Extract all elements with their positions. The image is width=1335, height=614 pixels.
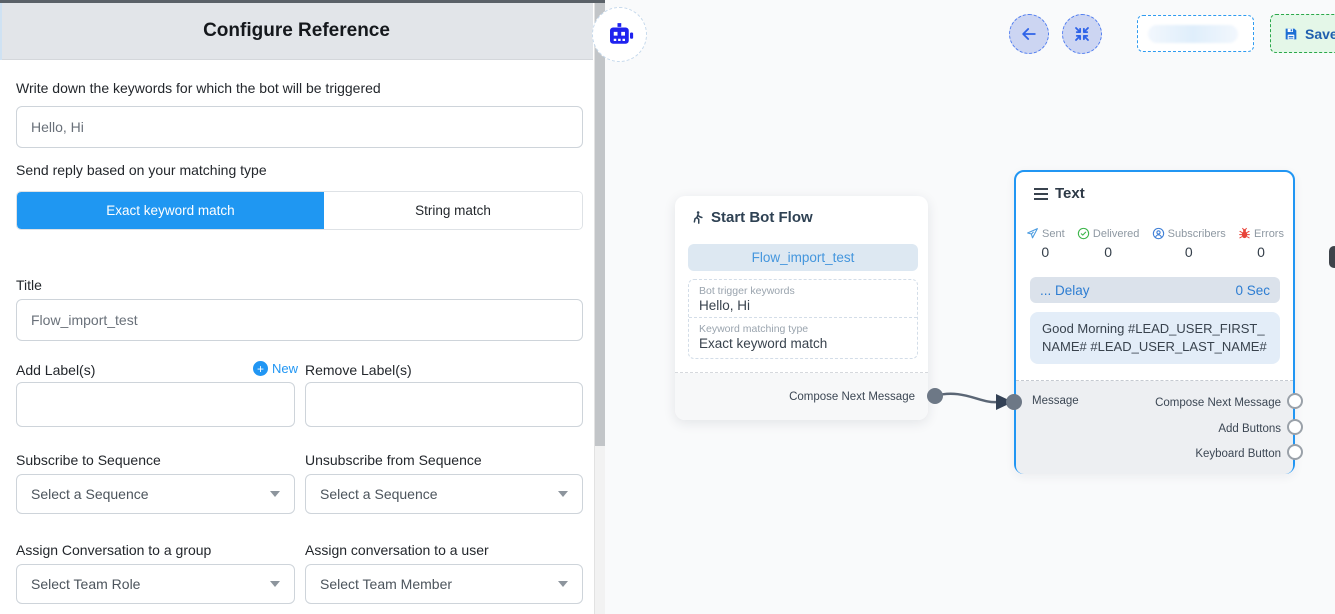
- delay-value: 0 Sec: [1235, 283, 1270, 298]
- tab-exact-keyword-match[interactable]: Exact keyword match: [17, 192, 324, 229]
- trigger-config-box: Bot trigger keywords Hello, Hi Keyword m…: [688, 279, 918, 359]
- add-buttons-handle[interactable]: [1287, 419, 1303, 435]
- page-title: Configure Reference: [203, 20, 390, 42]
- right-scrollbar-thumb[interactable]: [1329, 246, 1335, 268]
- compress-icon: [1073, 25, 1091, 43]
- add-labels-label: Add Label(s): [16, 362, 95, 378]
- back-button[interactable]: [1009, 14, 1049, 54]
- subscribe-sequence-select[interactable]: Select a Sequence: [16, 474, 295, 514]
- start-node-header: Start Bot Flow: [690, 209, 813, 226]
- start-output-handle[interactable]: [927, 388, 943, 404]
- bot-flow-builder: Configure Reference Write down the keywo…: [0, 0, 1335, 614]
- assign-group-value: Select Team Role: [31, 576, 140, 592]
- save-icon: [1283, 26, 1299, 42]
- blurred-text: [1148, 25, 1238, 43]
- add-buttons-port-label: Add Buttons: [1218, 423, 1281, 435]
- fit-view-button[interactable]: [1062, 14, 1102, 54]
- compose-next-message-port-label: Compose Next Message: [1155, 397, 1281, 409]
- subscribers-icon: [1152, 227, 1165, 240]
- subscribe-sequence-value: Select a Sequence: [31, 486, 149, 502]
- save-button[interactable]: Save: [1270, 14, 1335, 53]
- unsubscribe-sequence-label: Unsubscribe from Sequence: [305, 452, 482, 468]
- add-labels-input[interactable]: [16, 382, 295, 427]
- errors-icon: [1238, 227, 1251, 240]
- start-node-title: Start Bot Flow: [711, 209, 813, 226]
- compose-next-message-handle[interactable]: [1287, 393, 1303, 409]
- walking-person-icon: [690, 209, 705, 226]
- bot-avatar[interactable]: [592, 7, 647, 62]
- text-node-header[interactable]: Text: [1034, 185, 1085, 202]
- chevron-down-icon: [558, 491, 568, 497]
- remove-labels-label: Remove Label(s): [305, 362, 412, 378]
- plus-icon: +: [253, 361, 268, 376]
- stat-delivered: Delivered 0: [1077, 227, 1139, 260]
- stat-subscribers: Subscribers 0: [1152, 227, 1226, 260]
- left-edge-accent: [0, 3, 2, 60]
- text-node-title: Text: [1055, 185, 1085, 202]
- start-node-footer: Compose Next Message: [675, 373, 928, 420]
- text-message-node[interactable]: Text Sent 0 Delivered 0: [1014, 170, 1295, 474]
- assign-group-select[interactable]: Select Team Role: [16, 564, 295, 604]
- matching-type-mini-label: Keyword matching type: [699, 323, 907, 335]
- sent-icon: [1026, 227, 1039, 240]
- subscribe-sequence-label: Subscribe to Sequence: [16, 452, 161, 468]
- configure-panel: Configure Reference Write down the keywo…: [0, 0, 593, 614]
- keywords-input[interactable]: [16, 106, 583, 148]
- matching-type-label: Send reply based on your matching type: [16, 162, 267, 178]
- matching-type-tabs: Exact keyword match String match: [16, 191, 583, 230]
- keyboard-button-handle[interactable]: [1287, 444, 1303, 460]
- message-input-port-label: Message: [1032, 395, 1079, 407]
- arrow-left-icon: [1019, 24, 1039, 44]
- assign-group-label: Assign Conversation to a group: [16, 542, 211, 558]
- tab-string-match[interactable]: String match: [324, 192, 582, 229]
- delay-label: ... Delay: [1040, 283, 1090, 298]
- text-node-footer: Message Compose Next Message Add Buttons…: [1016, 381, 1293, 474]
- panel-scrollbar-thumb[interactable]: [595, 3, 605, 446]
- trigger-keywords-label: Bot trigger keywords: [699, 285, 907, 297]
- menu-icon: [1034, 188, 1048, 200]
- keywords-label: Write down the keywords for which the bo…: [16, 80, 381, 96]
- matching-type-value: Exact keyword match: [699, 336, 907, 351]
- new-label-button[interactable]: + New: [253, 361, 298, 376]
- chevron-down-icon: [270, 581, 280, 587]
- assign-user-label: Assign conversation to a user: [305, 542, 489, 558]
- stat-sent: Sent 0: [1026, 227, 1065, 260]
- compose-next-message-port-label: Compose Next Message: [789, 391, 915, 403]
- new-label-text: New: [272, 361, 298, 376]
- start-bot-flow-node[interactable]: Start Bot Flow Flow_import_test Bot trig…: [675, 196, 928, 420]
- title-input[interactable]: [16, 299, 583, 341]
- stat-errors: Errors 0: [1238, 227, 1284, 260]
- delivered-icon: [1077, 227, 1090, 240]
- chevron-down-icon: [558, 581, 568, 587]
- top-divider: [0, 0, 605, 3]
- panel-header: Configure Reference: [0, 3, 593, 60]
- matching-type-row: Keyword matching type Exact keyword matc…: [689, 317, 917, 355]
- text-input-handle[interactable]: [1006, 394, 1022, 410]
- unsubscribe-sequence-value: Select a Sequence: [320, 486, 438, 502]
- message-content[interactable]: Good Morning #LEAD_USER_FIRST_NAME# #LEA…: [1030, 312, 1280, 364]
- stats-row: Sent 0 Delivered 0 Subscribers: [1026, 227, 1284, 260]
- save-label: Save: [1305, 26, 1335, 42]
- keyboard-button-port-label: Keyboard Button: [1195, 448, 1281, 460]
- delay-row[interactable]: ... Delay 0 Sec: [1030, 277, 1280, 303]
- chevron-down-icon: [270, 491, 280, 497]
- trigger-keywords-row: Bot trigger keywords Hello, Hi: [689, 280, 917, 317]
- flow-name-box[interactable]: [1137, 15, 1254, 52]
- assign-user-value: Select Team Member: [320, 576, 452, 592]
- title-label: Title: [16, 277, 42, 293]
- unsubscribe-sequence-select[interactable]: Select a Sequence: [305, 474, 583, 514]
- remove-labels-input[interactable]: [305, 382, 583, 427]
- trigger-keywords-value: Hello, Hi: [699, 298, 907, 313]
- flow-name-pill[interactable]: Flow_import_test: [688, 244, 918, 271]
- assign-user-select[interactable]: Select Team Member: [305, 564, 583, 604]
- robot-icon: [605, 20, 635, 50]
